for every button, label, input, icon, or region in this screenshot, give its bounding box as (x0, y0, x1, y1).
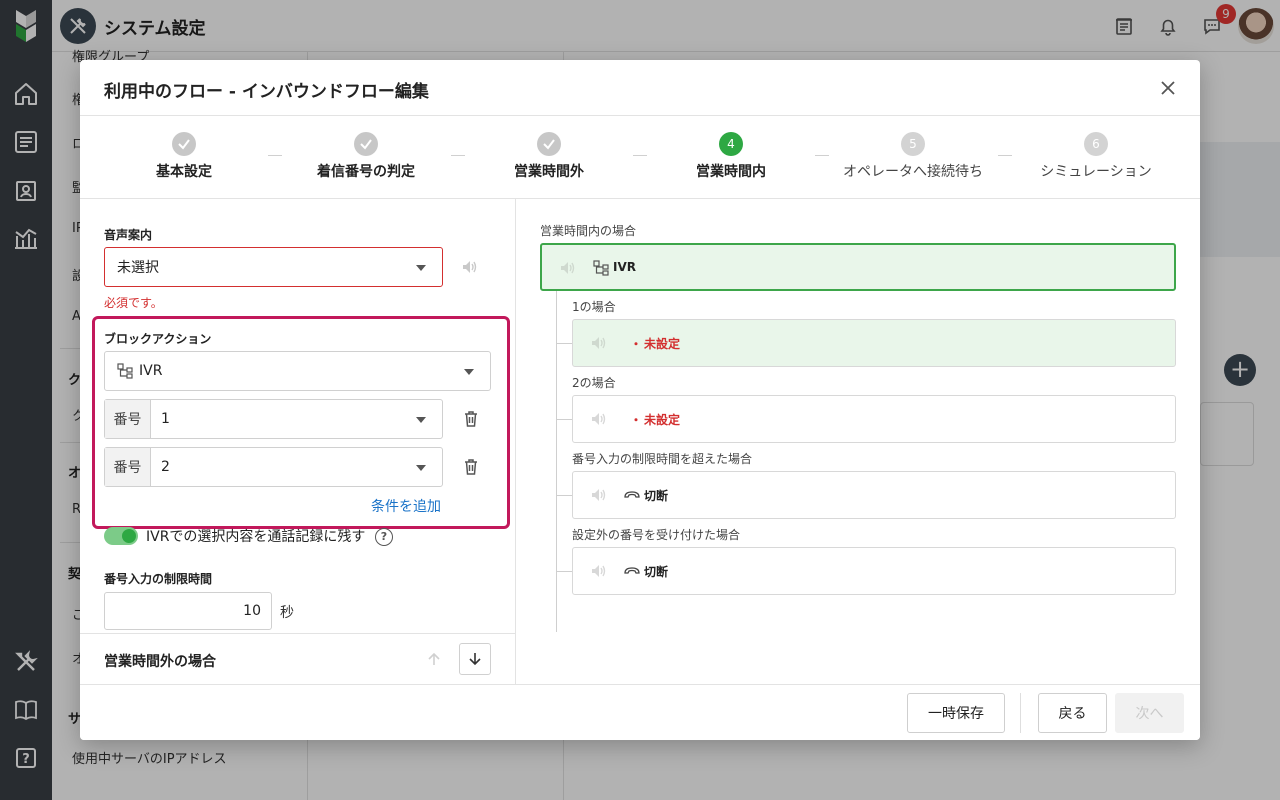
ivr-flow-icon (593, 260, 609, 276)
record-selection-label: IVRでの選択内容を通話記録に残す (146, 529, 366, 545)
speaker-icon (590, 562, 608, 580)
back-button[interactable]: 戻る (1038, 693, 1107, 733)
speaker-icon (559, 259, 577, 277)
speaker-icon[interactable] (460, 257, 480, 277)
block-action-label: ブロックアクション (104, 332, 212, 346)
step-business-hours[interactable]: 4 営業時間内 (640, 132, 822, 181)
chevron-down-icon (464, 369, 474, 375)
toggle-knob (122, 529, 136, 543)
unset-dot: ・ (630, 413, 643, 427)
add-condition-link[interactable]: 条件を追加 (371, 496, 441, 516)
tree-node-ivr[interactable]: IVR (540, 243, 1176, 291)
step-label: 着信番号の判定 (317, 164, 415, 180)
tree-node-timeout[interactable]: 切断 (572, 471, 1176, 519)
node-text: 未設定 (644, 337, 681, 351)
step-incoming-number[interactable]: 着信番号の判定 (275, 132, 457, 181)
node-text: 切断 (644, 565, 669, 579)
tree-node-branch-1[interactable]: ・ 未設定 (572, 319, 1176, 367)
check-icon (537, 132, 561, 156)
modal-title: 利用中のフロー - インバウンドフロー編集 (104, 82, 429, 102)
timeout-input[interactable]: 10 (104, 592, 272, 630)
next-section-bar: 営業時間外の場合 (80, 633, 515, 684)
branch-label: 設定外の番号を受け付けた場合 (572, 528, 741, 542)
step-outside-hours[interactable]: 営業時間外 (458, 132, 640, 181)
condition-number-select[interactable]: 番号 2 (104, 447, 443, 487)
trash-icon[interactable] (460, 456, 482, 478)
voice-guide-value: 未選択 (117, 260, 159, 276)
tree-connector (556, 495, 572, 496)
step-basic-settings[interactable]: 基本設定 (93, 132, 275, 181)
step-label: 営業時間内 (696, 164, 766, 180)
ivr-flow-icon (117, 363, 133, 379)
hangup-icon (624, 487, 640, 503)
tree-connector (556, 343, 572, 344)
step-label: オペレータへ接続待ち (843, 164, 983, 180)
save-draft-button[interactable]: 一時保存 (907, 693, 1005, 733)
record-selection-toggle[interactable] (104, 527, 138, 545)
arrow-down-icon[interactable] (459, 643, 491, 675)
step-label: 営業時間外 (514, 164, 584, 180)
step-number: 5 (901, 132, 925, 156)
speaker-icon (590, 410, 608, 428)
tree-connector (556, 571, 572, 572)
hangup-icon (624, 563, 640, 579)
branch-label: 番号入力の制限時間を超えた場合 (572, 452, 753, 466)
number-prefix: 番号 (105, 448, 151, 486)
form-panel: 音声案内 未選択 必須です。 ブロックアクション IVR 番号 1 番号 2 条… (80, 199, 516, 684)
condition-number-value: 2 (161, 459, 170, 475)
tree-connector (556, 419, 572, 420)
voice-guide-label: 音声案内 (104, 228, 153, 242)
help-circle-icon[interactable]: ? (375, 528, 393, 546)
node-text: 切断 (644, 489, 669, 503)
wizard-stepper: 基本設定 着信番号の判定 営業時間外 4 営業時間内 5 オペレータへ接続待ち (80, 116, 1200, 199)
arrow-up-icon[interactable] (418, 643, 450, 675)
condition-number-select[interactable]: 番号 1 (104, 399, 443, 439)
modal-header: 利用中のフロー - インバウンドフロー編集 (80, 60, 1200, 116)
close-icon[interactable] (1156, 76, 1180, 100)
inbound-flow-edit-modal: 利用中のフロー - インバウンドフロー編集 基本設定 着信番号の判定 営業時間外 (80, 60, 1200, 740)
step-number: 6 (1084, 132, 1108, 156)
tree-node-branch-2[interactable]: ・ 未設定 (572, 395, 1176, 443)
speaker-icon (590, 486, 608, 504)
timeout-label: 番号入力の制限時間 (104, 572, 213, 586)
chevron-down-icon (416, 417, 426, 423)
block-action-select[interactable]: IVR (104, 351, 491, 391)
block-action-value: IVR (139, 363, 163, 379)
number-prefix: 番号 (105, 400, 151, 438)
condition-number-value: 1 (161, 411, 170, 427)
trash-icon[interactable] (460, 408, 482, 430)
branch-label: 2の場合 (572, 376, 616, 390)
speaker-icon (590, 334, 608, 352)
step-label: シミュレーション (1040, 164, 1152, 180)
check-icon (354, 132, 378, 156)
voice-guide-select[interactable]: 未選択 (104, 247, 443, 287)
step-number: 4 (719, 132, 743, 156)
branch-label: 1の場合 (572, 300, 616, 314)
node-text: IVR (613, 260, 636, 274)
timeout-unit: 秒 (280, 605, 294, 621)
node-text: 未設定 (644, 413, 681, 427)
step-label: 基本設定 (156, 164, 212, 180)
next-button[interactable]: 次へ (1115, 693, 1184, 733)
tree-node-invalid-number[interactable]: 切断 (572, 547, 1176, 595)
footer-divider (1020, 693, 1021, 733)
check-icon (172, 132, 196, 156)
section-title: 営業時間外の場合 (104, 654, 216, 670)
step-operator-wait[interactable]: 5 オペレータへ接続待ち (822, 132, 1004, 181)
chevron-down-icon (416, 265, 426, 271)
step-simulation[interactable]: 6 シミュレーション (1005, 132, 1187, 181)
tree-root-label: 営業時間内の場合 (540, 224, 637, 238)
chevron-down-icon (416, 465, 426, 471)
voice-guide-error: 必須です。 (104, 296, 163, 310)
unset-dot: ・ (630, 337, 643, 351)
modal-footer: 一時保存 戻る 次へ (80, 684, 1200, 740)
flow-tree-panel: 営業時間内の場合 IVR 1の場合 ・ 未設定 2の場合 ・ 未設定 番号入力の… (516, 199, 1200, 684)
